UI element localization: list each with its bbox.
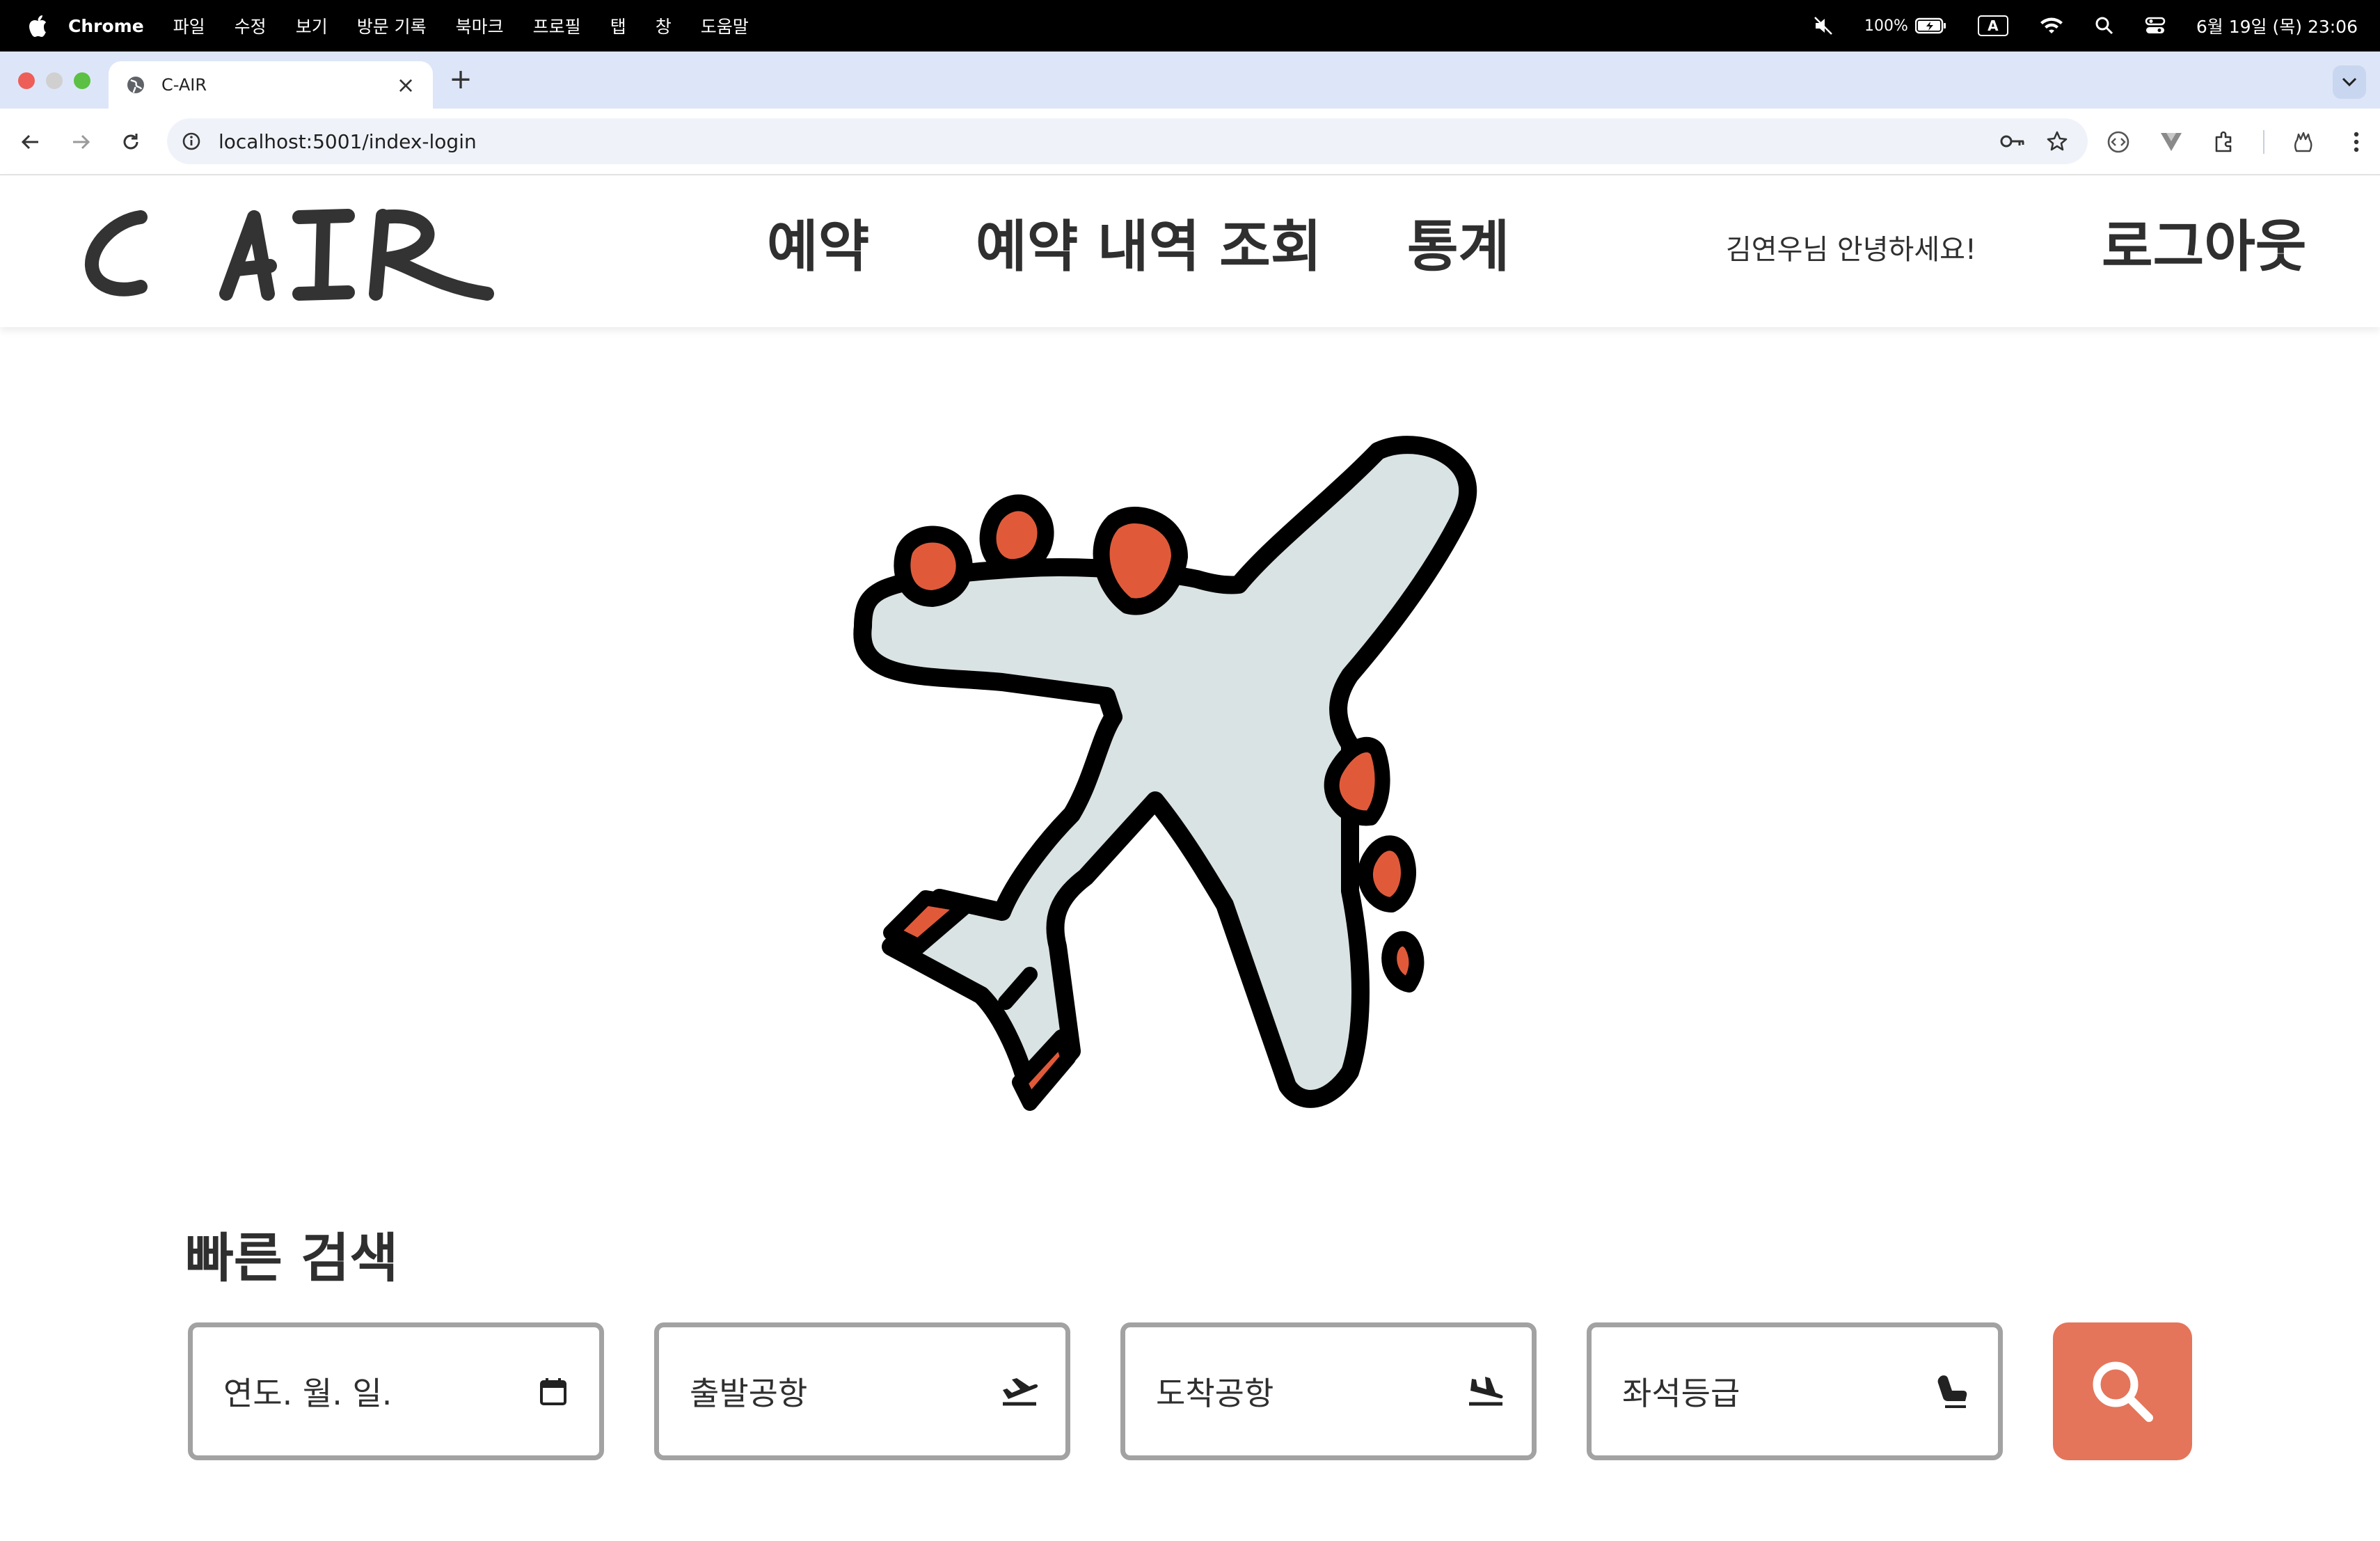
nav-stats-link[interactable]: 통계 [1407, 209, 1509, 285]
arrow-right-icon [73, 134, 90, 150]
arrival-airport-placeholder: 도착공항 [1156, 1375, 1274, 1412]
profile-avatar-icon[interactable] [2290, 128, 2317, 156]
bookmark-star-icon[interactable] [2043, 127, 2071, 155]
logout-link[interactable]: 로그아웃 [2102, 209, 2306, 285]
menu-tab[interactable]: 탭 [610, 13, 626, 38]
address-bar[interactable]: localhost:5001/index-login [167, 118, 2088, 164]
site-logo[interactable] [77, 189, 494, 315]
control-center-icon[interactable] [2145, 16, 2166, 35]
battery-percent: 100% [1864, 17, 1908, 35]
date-input[interactable]: 연도. 월. 일. [188, 1322, 604, 1460]
arrival-airport-input[interactable]: 도착공항 [1120, 1322, 1537, 1460]
plane-takeoff-icon [1000, 1372, 1039, 1411]
forward-button[interactable] [63, 124, 99, 160]
window-minimize-button[interactable] [46, 72, 63, 89]
more-options-icon[interactable] [2342, 128, 2370, 156]
hero-airplane-illustration [821, 418, 1503, 1141]
tab-active[interactable]: C-AIR × [109, 61, 433, 109]
departure-airport-placeholder: 출발공항 [690, 1375, 808, 1412]
reload-icon [123, 134, 138, 150]
arrow-left-icon [21, 134, 38, 150]
chevron-down-icon [2342, 77, 2357, 87]
tab-title: C-AIR [161, 75, 207, 95]
menu-app-name[interactable]: Chrome [68, 16, 144, 36]
menu-help[interactable]: 도움말 [701, 13, 749, 38]
clock[interactable]: 6월 19일 (목) 23:06 [2196, 13, 2358, 38]
seat-class-placeholder: 좌석등급 [1622, 1375, 1740, 1412]
password-key-icon[interactable] [1999, 127, 2026, 155]
battery-status[interactable]: 100% [1864, 17, 1947, 35]
window-close-button[interactable] [18, 72, 35, 89]
site-info-icon[interactable] [181, 131, 202, 152]
menu-window[interactable]: 창 [656, 13, 672, 38]
input-source-indicator[interactable]: A [1977, 15, 2008, 36]
departure-airport-input[interactable]: 출발공항 [654, 1322, 1070, 1460]
menu-file[interactable]: 파일 [173, 13, 205, 38]
window-zoom-button[interactable] [74, 72, 90, 89]
reload-button[interactable] [113, 124, 149, 160]
airplane-icon [853, 436, 1477, 1111]
new-tab-button[interactable]: + [445, 63, 476, 95]
extensions-puzzle-icon[interactable] [2210, 128, 2238, 156]
toolbar-separator [2263, 130, 2264, 154]
mute-icon[interactable] [1813, 15, 1834, 36]
logo-wordmark-icon [85, 209, 494, 301]
apple-icon[interactable] [28, 14, 47, 38]
date-input-placeholder: 연도. 월. 일. [223, 1375, 392, 1412]
calendar-icon[interactable] [534, 1372, 573, 1411]
seat-icon [1933, 1372, 1972, 1411]
menu-history[interactable]: 방문 기록 [357, 13, 427, 38]
tab-close-icon[interactable]: × [395, 72, 416, 98]
tab-search-button[interactable] [2333, 65, 2366, 99]
seat-class-input[interactable]: 좌석등급 [1587, 1322, 2003, 1460]
search-button[interactable] [2053, 1322, 2192, 1460]
user-greeting: 김연우님 안녕하세요! [1726, 234, 1976, 266]
menu-edit[interactable]: 수정 [235, 13, 267, 38]
menu-profile[interactable]: 프로필 [533, 13, 581, 38]
nav-reserve-link[interactable]: 예약 [767, 209, 869, 285]
menu-view[interactable]: 보기 [296, 13, 328, 38]
plane-landing-icon [1466, 1372, 1505, 1411]
macos-menubar: Chrome 파일 수정 보기 방문 기록 북마크 프로필 탭 창 도움말 10… [0, 0, 2380, 52]
quick-search-title: 빠른 검색 [185, 1227, 399, 1289]
spotlight-search-icon[interactable] [2095, 16, 2114, 35]
search-icon [2093, 1361, 2153, 1422]
globe-icon [125, 74, 146, 95]
extension-code-icon[interactable] [2104, 128, 2132, 156]
back-button[interactable] [13, 124, 49, 160]
wifi-icon[interactable] [2039, 16, 2064, 35]
nav-history-link[interactable]: 예약 내역 조회 [976, 209, 1322, 285]
battery-icon [1914, 17, 1946, 34]
menu-bookmarks[interactable]: 북마크 [456, 13, 504, 38]
extension-vue-icon[interactable] [2157, 128, 2185, 156]
url-text[interactable]: localhost:5001/index-login [219, 130, 1999, 153]
